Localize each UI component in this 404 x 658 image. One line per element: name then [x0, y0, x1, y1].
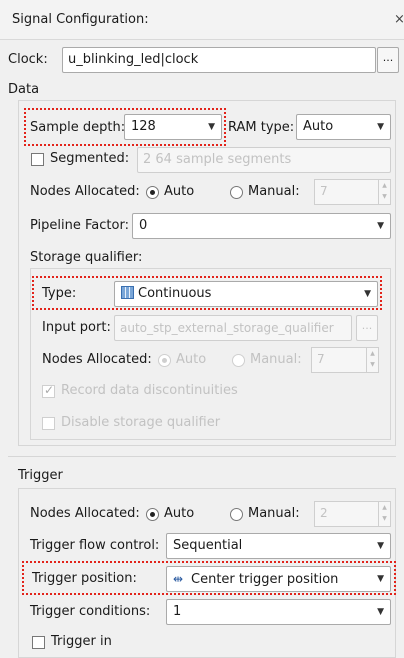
- trigger-conditions-select[interactable]: 1 ▼: [166, 599, 391, 625]
- disable-storage-qualifier-checkbox: [42, 417, 55, 430]
- chevron-down-icon: ▼: [377, 122, 384, 132]
- nodes-allocated-auto-label: Auto: [164, 184, 195, 199]
- sq-nodes-allocated-label: Nodes Allocated:: [42, 352, 152, 367]
- pipeline-factor-label: Pipeline Factor:: [30, 218, 129, 233]
- trigger-in-label: Trigger in: [51, 634, 112, 649]
- disable-storage-qualifier-label: Disable storage qualifier: [61, 415, 221, 430]
- record-discontinuities-checkbox: ✓: [42, 383, 55, 398]
- chevron-down-icon: ▼: [364, 289, 371, 299]
- window-title: Signal Configuration:: [12, 12, 149, 27]
- nodes-allocated-auto-radio[interactable]: [146, 186, 159, 199]
- trigger-conditions-value: 1: [173, 604, 182, 619]
- clock-label: Clock:: [8, 52, 48, 67]
- center-trigger-icon: ⇹: [173, 572, 184, 586]
- ram-type-label: RAM type:: [228, 120, 295, 135]
- sample-depth-select[interactable]: 128 ▼: [124, 114, 222, 140]
- pipeline-factor-value: 0: [139, 218, 148, 233]
- ram-type-select[interactable]: Auto ▼: [296, 114, 391, 140]
- storage-type-value: Continuous: [138, 286, 212, 301]
- nodes-allocated-spinbox: 7 ▲ ▼: [314, 179, 391, 205]
- sq-nodes-spinbox: 7 ▲ ▼: [311, 347, 379, 373]
- storage-qualifier-label: Storage qualifier:: [30, 250, 143, 265]
- trigger-nodes-manual-label: Manual:: [248, 506, 300, 521]
- trigger-conditions-label: Trigger conditions:: [30, 604, 151, 619]
- title-bar: Signal Configuration: ×: [0, 0, 404, 40]
- input-port-input: auto_stp_external_storage_qualifier: [114, 315, 352, 341]
- trigger-nodes-auto-radio[interactable]: [146, 508, 159, 521]
- trigger-flow-control-value: Sequential: [173, 538, 243, 553]
- record-discontinuities-label: Record data discontinuities: [61, 383, 238, 398]
- sq-nodes-manual-label: Manual:: [250, 352, 302, 367]
- nodes-allocated-manual-radio[interactable]: [230, 186, 243, 199]
- trigger-in-checkbox[interactable]: [32, 636, 45, 649]
- sq-nodes-auto-radio: [158, 354, 171, 367]
- input-port-browse-button: ...: [356, 315, 378, 341]
- spin-arrows-icon: ▲ ▼: [378, 180, 390, 204]
- clock-input[interactable]: u_blinking_led|clock: [62, 47, 376, 73]
- sq-nodes-auto-label: Auto: [176, 352, 207, 367]
- input-port-label: Input port:: [42, 320, 111, 335]
- chevron-down-icon: ▼: [208, 122, 215, 132]
- segmented-checkbox[interactable]: [31, 153, 44, 166]
- data-section-label: Data: [8, 82, 40, 97]
- continuous-grid-icon: [121, 286, 134, 299]
- close-icon[interactable]: ×: [394, 12, 404, 27]
- trigger-divider: [8, 456, 396, 457]
- pipeline-factor-select[interactable]: 0 ▼: [132, 213, 391, 239]
- trigger-section-label: Trigger: [18, 468, 63, 483]
- trigger-position-value: Center trigger position: [191, 572, 339, 587]
- spin-arrows-icon: ▲ ▼: [378, 502, 390, 526]
- clock-browse-button[interactable]: ...: [377, 47, 399, 73]
- nodes-allocated-value: 7: [320, 184, 328, 198]
- trigger-flow-control-select[interactable]: Sequential ▼: [166, 533, 391, 559]
- trigger-flow-control-label: Trigger flow control:: [30, 538, 160, 553]
- storage-type-select[interactable]: Continuous ▼: [114, 281, 378, 307]
- chevron-down-icon: ▼: [377, 574, 384, 584]
- sample-depth-label: Sample depth:: [30, 120, 126, 135]
- trigger-position-select[interactable]: ⇹ Center trigger position ▼: [166, 566, 391, 592]
- trigger-nodes-spinbox: 2 ▲ ▼: [314, 501, 391, 527]
- chevron-down-icon: ▼: [377, 541, 384, 551]
- segmented-input: 2 64 sample segments: [137, 147, 391, 173]
- trigger-nodes-value: 2: [320, 506, 328, 520]
- nodes-allocated-manual-label: Manual:: [248, 184, 300, 199]
- trigger-position-label: Trigger position:: [32, 571, 137, 586]
- sample-depth-value: 128: [131, 119, 156, 134]
- ram-type-value: Auto: [303, 119, 334, 134]
- checkmark-icon: ✓: [44, 383, 55, 397]
- sq-nodes-value: 7: [317, 352, 325, 366]
- nodes-allocated-label: Nodes Allocated:: [30, 184, 140, 199]
- trigger-nodes-manual-radio[interactable]: [230, 508, 243, 521]
- trigger-nodes-auto-label: Auto: [164, 506, 195, 521]
- storage-type-label: Type:: [42, 286, 77, 301]
- chevron-down-icon: ▼: [377, 221, 384, 231]
- chevron-down-icon: ▼: [377, 607, 384, 617]
- trigger-nodes-allocated-label: Nodes Allocated:: [30, 506, 140, 521]
- sq-nodes-manual-radio: [232, 354, 245, 367]
- segmented-label: Segmented:: [50, 151, 130, 166]
- spin-arrows-icon: ▲ ▼: [366, 348, 378, 372]
